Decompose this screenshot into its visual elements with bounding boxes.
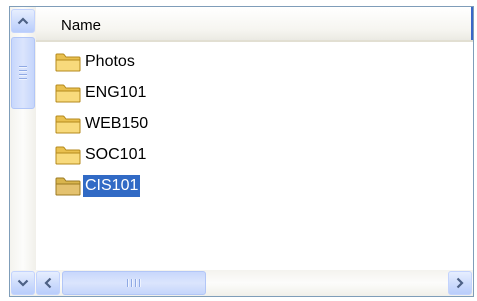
scroll-right-button[interactable]: [448, 271, 472, 295]
folder-list: Name Photos ENG101 WEB150 SOC101 CIS101: [36, 7, 473, 270]
folder-label: CIS101: [83, 175, 141, 197]
folder-icon: [55, 53, 81, 72]
chevron-down-icon: [17, 279, 29, 287]
folder-label: SOC101: [85, 146, 147, 163]
folder-label: WEB150: [85, 115, 149, 132]
list-header: Name: [36, 7, 473, 42]
thumb-grip: [19, 66, 27, 80]
vertical-scroll-thumb[interactable]: [11, 37, 35, 109]
list-item[interactable]: Photos: [55, 50, 137, 74]
name-column-header[interactable]: Name: [61, 17, 101, 34]
folder-icon: [55, 115, 81, 134]
scroll-up-button[interactable]: [11, 9, 35, 33]
list-item[interactable]: SOC101: [55, 143, 148, 167]
column-divider: [471, 7, 473, 40]
list-item-selected[interactable]: CIS101: [55, 174, 141, 198]
list-item[interactable]: WEB150: [55, 112, 150, 136]
horizontal-scrollbar[interactable]: [10, 270, 473, 296]
folder-icon: [55, 146, 81, 165]
folder-label: ENG101: [85, 84, 147, 101]
horizontal-scroll-thumb[interactable]: [62, 271, 206, 295]
folder-icon: [55, 177, 81, 196]
folder-list-pane: Name Photos ENG101 WEB150 SOC101 CIS101: [9, 6, 474, 297]
chevron-left-icon: [44, 277, 52, 289]
folder-icon: [55, 84, 81, 103]
chevron-up-icon: [17, 17, 29, 25]
list-item[interactable]: ENG101: [55, 81, 148, 105]
vertical-scrollbar[interactable]: [10, 7, 36, 270]
scroll-left-button[interactable]: [36, 271, 60, 295]
scroll-down-button[interactable]: [11, 271, 35, 295]
thumb-grip: [127, 279, 141, 287]
folder-label: Photos: [85, 53, 135, 70]
chevron-right-icon: [456, 277, 464, 289]
